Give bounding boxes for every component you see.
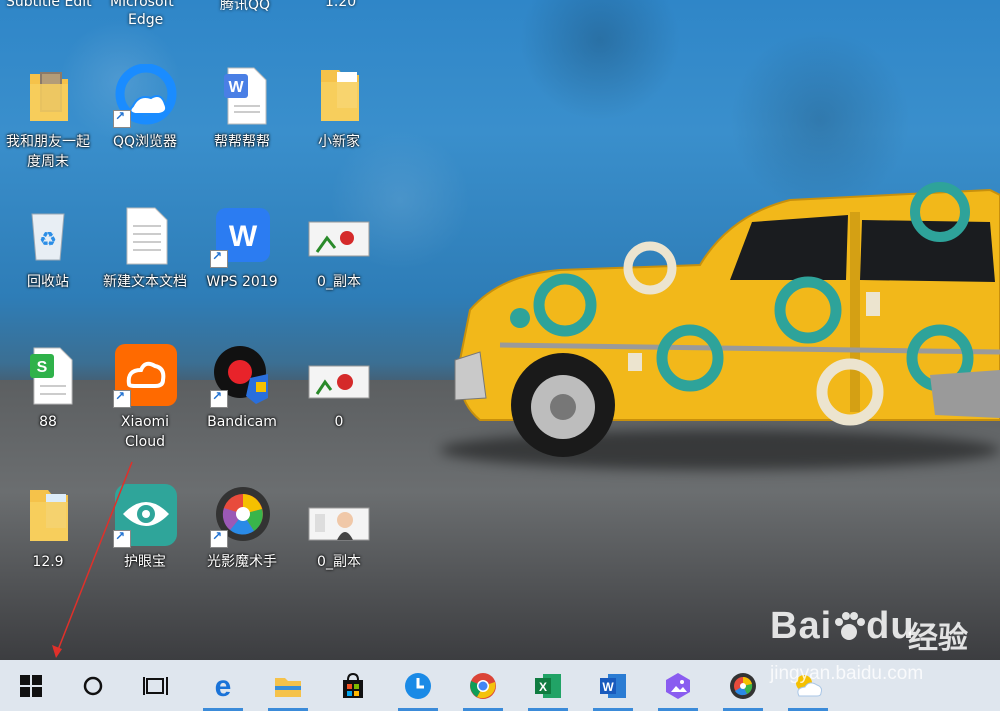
shortcut-arrow-icon (113, 109, 131, 128)
desktop-icon-label: 我和朋友一起 度周末 (6, 134, 90, 170)
photo-editor-icon (210, 484, 274, 548)
desktop-icon[interactable]: 新建文本文档 (99, 204, 191, 292)
excel-icon: X (535, 673, 561, 698)
desktop-icon[interactable]: Bandicam (196, 344, 288, 432)
desktop-icon-label: 腾讯QQ (220, 0, 271, 13)
shortcut-arrow-icon (113, 529, 131, 548)
recycle-bin-icon: ♻ (16, 204, 80, 268)
desktop-icon[interactable]: 0 (293, 344, 385, 432)
task-view-icon (143, 676, 168, 695)
xiaomi-cloud-icon (113, 344, 177, 408)
shortcut-arrow-icon (113, 389, 131, 408)
shortcut-arrow-icon (210, 249, 228, 268)
desktop-icon-label: 回收站 (27, 274, 69, 290)
store-taskbar-button[interactable] (327, 660, 379, 711)
desktop-icon-label: 新建文本文档 (103, 274, 187, 290)
desktop-icon-label: 0 (334, 414, 344, 430)
desktop-icon-label: 小新家 (318, 134, 360, 150)
desktop-icon-label: Bandicam (207, 414, 277, 430)
search-button[interactable] (67, 660, 119, 711)
desktop-icon[interactable]: 0_副本 (293, 484, 385, 572)
baidu-paw-icon (832, 609, 866, 640)
desktop-icon[interactable]: 0_副本 (293, 204, 385, 292)
word-icon: W (600, 673, 626, 698)
desktop-icon[interactable]: ♻ 回收站 (2, 204, 94, 292)
desktop-icon-label: 0_副本 (317, 554, 361, 570)
edge-icon: e (215, 672, 232, 700)
desktop-icon-label: 1.20 (325, 0, 357, 10)
windows-logo-icon (20, 674, 42, 697)
wps-office-icon: W (210, 204, 274, 268)
desktop-icon[interactable]: W WPS 2019 (196, 204, 288, 292)
desktop-icon-label: Xiaomi Cloud (120, 414, 170, 450)
desktop-icon[interactable]: QQ浏览器 (99, 63, 191, 152)
desktop-icon-label: Subtitle Edit (6, 0, 92, 10)
desktop-icon-label: WPS 2019 (206, 274, 278, 290)
eye-protection-icon (113, 484, 177, 548)
file-explorer-taskbar-button[interactable] (262, 660, 314, 711)
folder-photos-icon (16, 64, 80, 128)
edge-taskbar-button[interactable]: e (197, 660, 249, 711)
bandicam-icon (210, 344, 274, 408)
qq-browser-icon (113, 63, 177, 128)
task-view-button[interactable] (130, 660, 182, 711)
portrait-thumbnail-icon (307, 484, 371, 548)
shortcut-arrow-icon (210, 529, 228, 548)
word-taskbar-button[interactable]: W (587, 660, 639, 711)
desktop-icon[interactable]: 小新家 (293, 64, 385, 152)
watermark-jingyan: 经验 (908, 621, 968, 656)
baidu-jingyan-watermark: Bai du 经验 jingyan.baidu.com (770, 605, 1000, 695)
desktop-icon[interactable]: 12.9 (2, 484, 94, 572)
photo-editor-icon (730, 672, 756, 699)
svg-text:X: X (539, 680, 547, 694)
watermark-brand: Bai du (770, 605, 915, 647)
desktop-icon[interactable]: 护眼宝 (99, 484, 191, 572)
folder-document-icon (16, 484, 80, 548)
clock-icon (405, 672, 431, 699)
svg-text:e: e (215, 672, 232, 700)
chrome-taskbar-button[interactable] (457, 660, 509, 711)
photos-icon (666, 672, 690, 699)
photo-editor-taskbar-button[interactable] (717, 660, 769, 711)
svg-text:♻: ♻ (39, 227, 57, 251)
folder-document-icon (307, 64, 371, 128)
desktop-icon-label: Edge (128, 12, 164, 28)
spreadsheet-document-icon: S (16, 344, 80, 408)
desktop-icon[interactable]: 我和朋友一起 度周末 (2, 64, 94, 172)
wps-word-document-icon: W (210, 64, 274, 128)
svg-text:S: S (37, 359, 48, 376)
chrome-icon (470, 672, 496, 699)
clock-app-taskbar-button[interactable] (392, 660, 444, 711)
shortcut-arrow-icon (210, 389, 228, 408)
desktop-icon-label: 0_副本 (317, 274, 361, 290)
excel-taskbar-button[interactable]: X (522, 660, 574, 711)
start-button[interactable] (5, 660, 57, 711)
desktop-icon[interactable]: Xiaomi Cloud (99, 344, 191, 452)
desktop-icon-label: 光影魔术手 (207, 554, 277, 570)
image-thumbnail-icon (307, 344, 371, 408)
desktop-icon-label: QQ浏览器 (112, 134, 178, 150)
photos-taskbar-button[interactable] (652, 660, 704, 711)
image-thumbnail-icon (307, 204, 371, 268)
desktop-icon-label: 12.9 (32, 554, 64, 570)
cortana-circle-icon (83, 676, 103, 695)
svg-text:W: W (229, 220, 258, 253)
desktop-icon-label: 护眼宝 (124, 554, 166, 570)
store-icon (343, 672, 363, 698)
desktop-icon-label: Microsoft (110, 0, 174, 10)
desktop-wallpaper: Subtitle Edit Microsoft Edge 腾讯QQ 1.20 我… (0, 0, 1000, 660)
desktop-icon[interactable]: W 帮帮帮帮 (196, 64, 288, 152)
watermark-url: jingyan.baidu.com (770, 663, 924, 684)
svg-text:W: W (602, 680, 614, 694)
desktop-icon-label: 88 (39, 414, 57, 430)
text-document-icon (113, 204, 177, 268)
desktop-icon[interactable]: 光影魔术手 (196, 484, 288, 572)
desktop-icon[interactable]: S 88 (2, 344, 94, 432)
desktop-icon-label: 帮帮帮帮 (214, 134, 270, 150)
folder-icon (275, 677, 301, 697)
svg-text:W: W (228, 79, 244, 96)
